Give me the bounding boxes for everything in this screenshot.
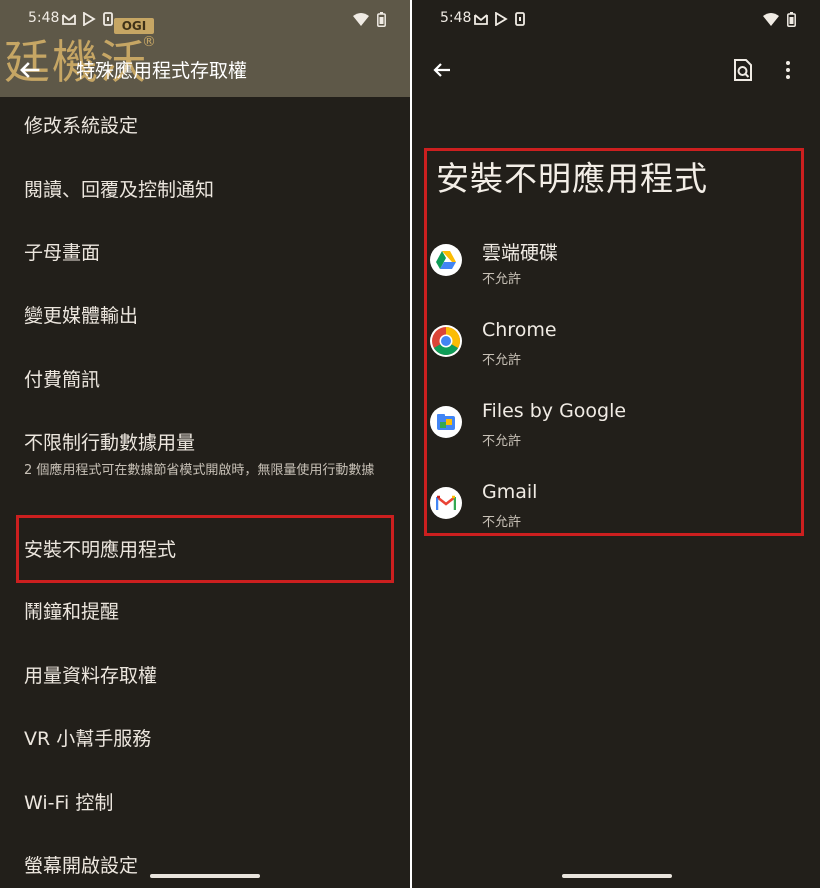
chrome-icon <box>430 325 462 357</box>
notification-icons <box>62 12 114 26</box>
app-permission-status: 不允許 <box>482 353 522 368</box>
list-item-title: 變更媒體輸出 <box>24 305 139 327</box>
list-item-wifi-control[interactable]: Wi-Fi 控制 <box>24 788 394 815</box>
system-icons <box>763 12 796 27</box>
status-bar: 5:48 <box>0 0 410 40</box>
more-options-icon[interactable] <box>784 58 792 82</box>
list-item-notification-access[interactable]: 閱讀、回覆及控制通知 <box>24 175 394 202</box>
highlight-box <box>16 515 394 583</box>
list-item-title: VR 小幫手服務 <box>24 728 152 750</box>
list-item-usage-access[interactable]: 用量資料存取權 <box>24 661 394 688</box>
gesture-nav-handle[interactable] <box>150 874 260 878</box>
app-name: Gmail <box>482 481 538 503</box>
gmail-notification-icon <box>474 14 488 25</box>
back-arrow-icon[interactable] <box>430 58 454 82</box>
list-item-title: 付費簡訊 <box>24 369 101 391</box>
list-item-title: 閱讀、回覆及控制通知 <box>24 179 215 201</box>
app-row-gmail[interactable]: Gmail 不允許 <box>430 481 790 541</box>
list-item-vr-helper[interactable]: VR 小幫手服務 <box>24 724 394 751</box>
status-time: 5:48 <box>440 10 472 26</box>
app-row-chrome[interactable]: Chrome 不允許 <box>430 319 790 379</box>
list-item-title: 修改系統設定 <box>24 115 139 137</box>
list-item-alarms-reminders[interactable]: 鬧鐘和提醒 <box>24 597 394 624</box>
list-item-media-output[interactable]: 變更媒體輸出 <box>24 301 394 328</box>
wifi-icon <box>763 12 779 26</box>
gmail-notification-icon <box>62 14 76 25</box>
wifi-icon <box>353 12 369 26</box>
notification-icons <box>474 12 526 26</box>
device-notification-icon <box>103 12 113 26</box>
list-item-modify-system-settings[interactable]: 修改系統設定 <box>24 111 394 138</box>
list-item-unrestricted-data[interactable]: 不限制行動數據用量 2 個應用程式可在數據節省模式開啟時，無限量使用行動數據 <box>24 428 394 481</box>
list-item-title: 不限制行動數據用量 <box>24 432 196 454</box>
search-in-page-icon[interactable] <box>732 58 754 82</box>
app-bar: 廷機沃 OGI ® 5:48 特殊應用程式存取權 <box>0 0 410 97</box>
battery-icon <box>787 12 796 27</box>
gmail-icon <box>430 487 462 519</box>
status-bar: 5:48 <box>412 0 820 40</box>
app-name: Chrome <box>482 319 557 341</box>
list-item-premium-sms[interactable]: 付費簡訊 <box>24 365 394 392</box>
app-name: Files by Google <box>482 400 627 422</box>
left-screen: 廷機沃 OGI ® 5:48 特殊應用程式存取權 修改系統設定 閱讀、回覆及控制… <box>0 0 410 888</box>
list-item-subtitle: 2 個應用程式可在數據節省模式開啟時，無限量使用行動數據 <box>24 463 375 478</box>
app-row-google-drive[interactable]: 雲端硬碟 不允許 <box>430 238 790 298</box>
app-row-files-by-google[interactable]: Files by Google 不允許 <box>430 400 790 460</box>
status-time: 5:48 <box>28 10 60 26</box>
battery-icon <box>377 12 386 27</box>
app-permission-status: 不允許 <box>482 434 522 449</box>
gesture-nav-handle[interactable] <box>562 874 672 878</box>
app-name: 雲端硬碟 <box>482 242 559 264</box>
system-icons <box>353 12 386 27</box>
list-item-title: 用量資料存取權 <box>24 665 158 687</box>
play-store-notification-icon <box>83 12 96 26</box>
play-store-notification-icon <box>495 12 508 26</box>
device-notification-icon <box>515 12 525 26</box>
page-title: 特殊應用程式存取權 <box>76 60 248 82</box>
app-permission-status: 不允許 <box>482 272 522 287</box>
list-item-picture-in-picture[interactable]: 子母畫面 <box>24 238 394 265</box>
app-permission-status: 不允許 <box>482 515 522 530</box>
list-item-title: 子母畫面 <box>24 242 101 264</box>
list-item-title: 鬧鐘和提醒 <box>24 601 120 623</box>
right-screen: 5:48 安裝不明應用程式 雲端硬碟 不允許 Chrome 不允許 Files … <box>412 0 820 888</box>
google-drive-icon <box>430 244 462 276</box>
files-by-google-icon <box>430 406 462 438</box>
back-arrow-icon[interactable] <box>16 56 44 84</box>
list-item-title: Wi-Fi 控制 <box>24 792 114 814</box>
